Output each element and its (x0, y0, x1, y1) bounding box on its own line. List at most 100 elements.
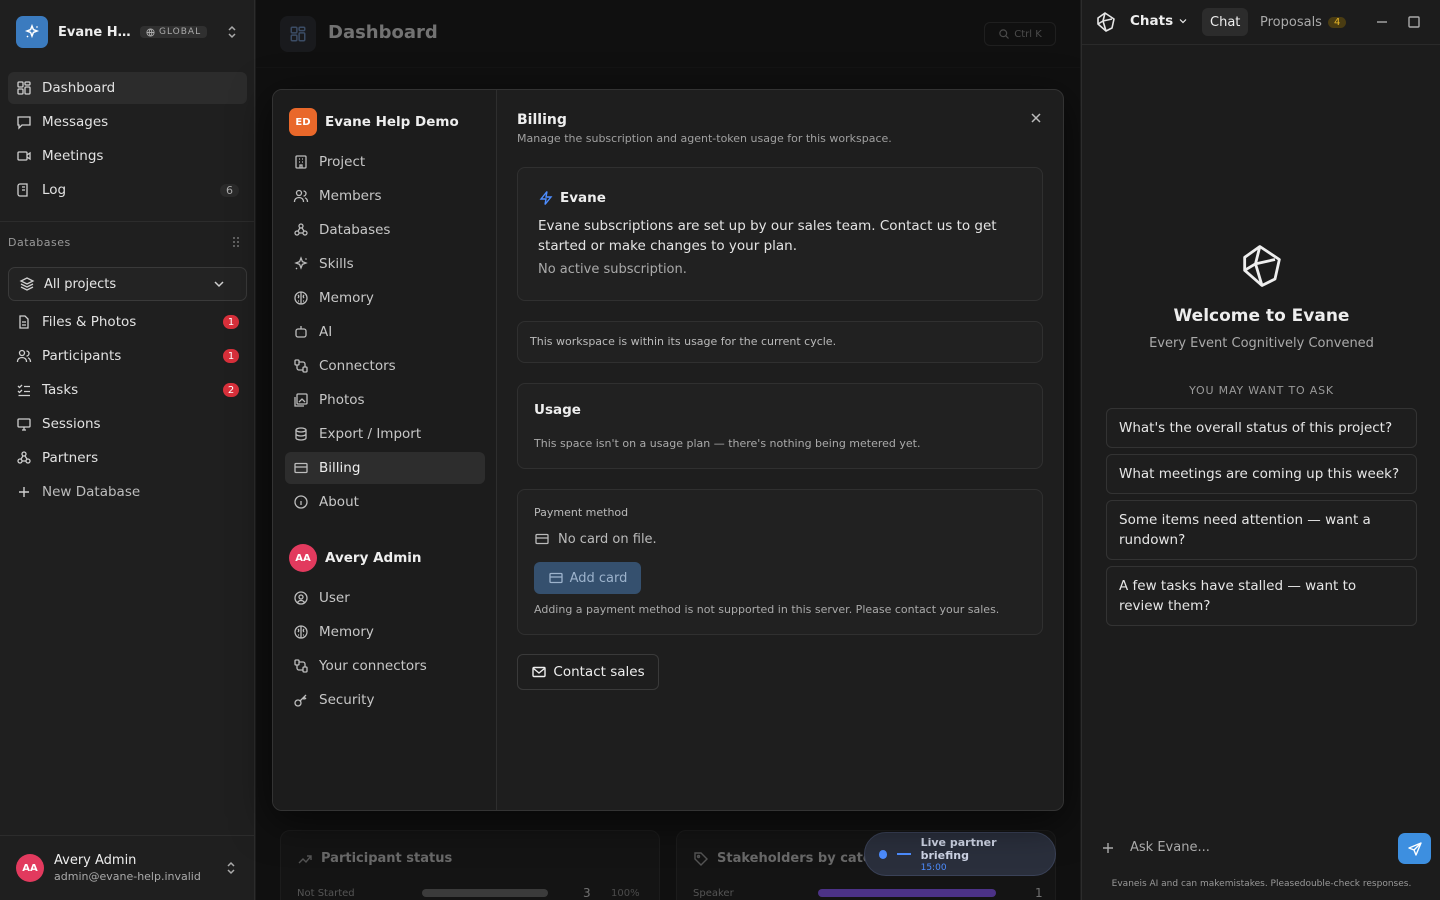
settings-item-export-import[interactable]: Export / Import (285, 418, 485, 450)
payment-note: Adding a payment method is not supported… (534, 603, 1000, 616)
tab-proposals[interactable]: Proposals 4 (1252, 8, 1354, 36)
nav-label: Dashboard (42, 80, 116, 96)
bot-icon (293, 324, 309, 340)
ai-disclaimer: Evaneis AI and can makemistakes. Pleased… (1111, 879, 1412, 889)
settings-item-label: Export / Import (319, 426, 422, 442)
evane-logo-icon (1236, 240, 1288, 296)
add-card-button[interactable]: Add card (534, 562, 641, 594)
settings-item-photos[interactable]: Photos (285, 384, 485, 416)
nav-item-log[interactable]: Log 6 (8, 174, 247, 206)
chats-dropdown[interactable]: Chats (1130, 13, 1189, 29)
chats-label: Chats (1130, 13, 1174, 29)
plus-icon (16, 484, 32, 500)
settings-item-label: Databases (319, 222, 391, 238)
no-card-row: No card on file. (534, 531, 657, 547)
drag-handle-icon[interactable] (228, 234, 244, 250)
panel-subtitle: Manage the subscription and agent-token … (517, 132, 892, 145)
usage-notice: This workspace is within its usage for t… (517, 321, 1043, 363)
settings-item-databases[interactable]: Databases (285, 214, 485, 246)
log-icon (16, 182, 32, 198)
avatar: AA (289, 544, 317, 572)
user-settings-list: User Memory Your connectors Security (285, 582, 485, 718)
add-card-label: Add card (569, 570, 628, 586)
settings-item-your-connectors[interactable]: Your connectors (285, 650, 485, 682)
user-group-header: AA Avery Admin (289, 544, 422, 572)
minimize-icon[interactable] (1374, 14, 1390, 30)
log-count: 6 (220, 183, 239, 197)
subscription-title-text: Evane (560, 190, 606, 206)
database-item-files-photos[interactable]: Files & Photos 1 (8, 306, 247, 338)
database-item-tasks[interactable]: Tasks 2 (8, 374, 247, 406)
suggestion-chip[interactable]: Some items need attention — want a rundo… (1106, 500, 1417, 560)
suggestion-chip[interactable]: What meetings are coming up this week? (1106, 454, 1417, 494)
settings-item-user[interactable]: User (285, 582, 485, 614)
settings-item-label: User (319, 590, 350, 606)
usage-notice-text: This workspace is within its usage for t… (530, 335, 837, 348)
live-briefing-pill[interactable]: Live partner briefing 15:00 (864, 832, 1056, 876)
user-circle-icon (293, 590, 309, 606)
database-label: Files & Photos (42, 314, 137, 330)
no-card-text: No card on file. (558, 531, 657, 547)
main-nav: Dashboard Messages Meetings Log 6 (8, 72, 247, 208)
settings-item-label: Project (319, 154, 366, 170)
chevron-down-icon (211, 276, 227, 292)
settings-item-label: Skills (319, 256, 354, 272)
settings-item-label: Connectors (319, 358, 396, 374)
settings-item-memory[interactable]: Memory (285, 282, 485, 314)
nav-label: Log (42, 182, 67, 198)
settings-item-connectors[interactable]: Connectors (285, 350, 485, 382)
workspace-switcher[interactable]: Evane He... GLOBAL (16, 16, 240, 48)
database-item-sessions[interactable]: Sessions (8, 408, 247, 440)
project-settings-list: Project Members Databases Skills Memory … (285, 146, 485, 520)
settings-item-label: Memory (319, 624, 374, 640)
project-group-header: ED Evane Help Demo (289, 108, 459, 136)
chat-input[interactable] (1130, 836, 1390, 858)
settings-item-user-memory[interactable]: Memory (285, 616, 485, 648)
chevron-updown-icon (224, 24, 240, 40)
settings-item-skills[interactable]: Skills (285, 248, 485, 280)
new-database-button[interactable]: New Database (8, 476, 247, 508)
chevron-down-icon (1177, 15, 1189, 27)
nav-label: Messages (42, 114, 109, 130)
settings-item-label: Your connectors (319, 658, 427, 674)
project-select[interactable]: All projects (8, 267, 247, 301)
suggestion-chip[interactable]: A few tasks have stalled — want to revie… (1106, 566, 1417, 626)
database-label: Sessions (42, 416, 101, 432)
settings-item-label: About (319, 494, 359, 510)
tab-chat[interactable]: Chat (1202, 8, 1249, 36)
file-icon (16, 314, 32, 330)
plus-icon[interactable] (1100, 840, 1116, 856)
left-sidebar: Evane He... GLOBAL Dashboard Messages Me… (0, 0, 255, 900)
credit-card-icon (534, 531, 550, 547)
nav-item-meetings[interactable]: Meetings (8, 140, 247, 172)
user-menu[interactable]: AA Avery Admin admin@evane-help.invalid (0, 835, 255, 900)
database-icon (293, 222, 309, 238)
database-item-participants[interactable]: Participants 1 (8, 340, 247, 372)
nav-label: Meetings (42, 148, 104, 164)
suggestion-chip[interactable]: What's the overall status of this projec… (1106, 408, 1417, 448)
alert-badge: 1 (223, 315, 239, 329)
settings-item-label: Billing (319, 460, 361, 476)
plug-icon (293, 358, 309, 374)
evane-logo-icon (1094, 10, 1118, 38)
database-item-partners[interactable]: Partners (8, 442, 247, 474)
settings-item-ai[interactable]: AI (285, 316, 485, 348)
alert-badge: 1 (223, 349, 239, 363)
brain-icon (293, 624, 309, 640)
users-icon (293, 188, 309, 204)
live-indicator (879, 849, 888, 859)
usage-title: Usage (534, 402, 581, 418)
settings-item-security[interactable]: Security (285, 684, 485, 716)
settings-item-project[interactable]: Project (285, 146, 485, 178)
settings-item-billing[interactable]: Billing (285, 452, 485, 484)
close-icon[interactable] (1028, 110, 1044, 126)
settings-item-about[interactable]: About (285, 486, 485, 518)
maximize-icon[interactable] (1406, 14, 1422, 30)
mail-icon (531, 664, 547, 680)
nav-item-dashboard[interactable]: Dashboard (8, 72, 247, 104)
contact-sales-button[interactable]: Contact sales (517, 654, 659, 690)
nav-item-messages[interactable]: Messages (8, 106, 247, 138)
settings-item-members[interactable]: Members (285, 180, 485, 212)
tab-label: Proposals (1260, 14, 1322, 30)
send-button[interactable] (1398, 833, 1431, 864)
